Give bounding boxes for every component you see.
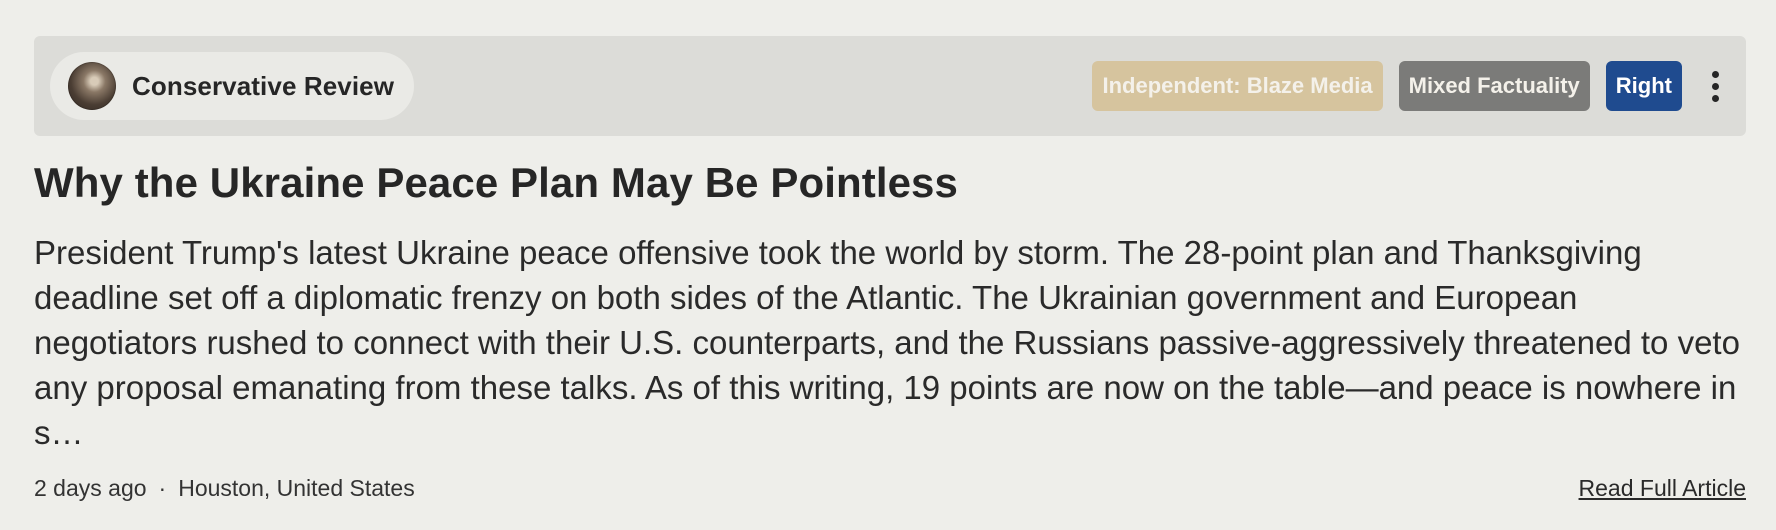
source-avatar — [68, 62, 116, 110]
meta-separator: · — [158, 475, 167, 502]
bias-badge[interactable]: Right — [1605, 61, 1682, 111]
ownership-badge[interactable]: Independent: Blaze Media — [1092, 61, 1383, 111]
source-chip[interactable]: Conservative Review — [50, 52, 415, 120]
article-meta: 2 days ago · Houston, United States — [34, 475, 415, 502]
article-headline[interactable]: Why the Ukraine Peace Plan May Be Pointl… — [34, 158, 1746, 208]
more-vertical-icon[interactable] — [1700, 61, 1730, 111]
read-full-article-link[interactable]: Read Full Article — [1579, 475, 1746, 502]
source-name[interactable]: Conservative Review — [132, 71, 394, 102]
article-card: Conservative Review Independent: Blaze M… — [34, 36, 1746, 502]
source-bar: Conservative Review Independent: Blaze M… — [34, 36, 1746, 136]
article-summary: President Trump's latest Ukraine peace o… — [34, 234, 1740, 452]
factuality-badge[interactable]: Mixed Factuality — [1398, 61, 1590, 111]
badges: Independent: Blaze Media Mixed Factualit… — [1092, 61, 1730, 111]
time-ago: 2 days ago — [34, 475, 147, 502]
article-footer: 2 days ago · Houston, United States Read… — [34, 475, 1746, 502]
location: Houston, United States — [178, 475, 415, 502]
